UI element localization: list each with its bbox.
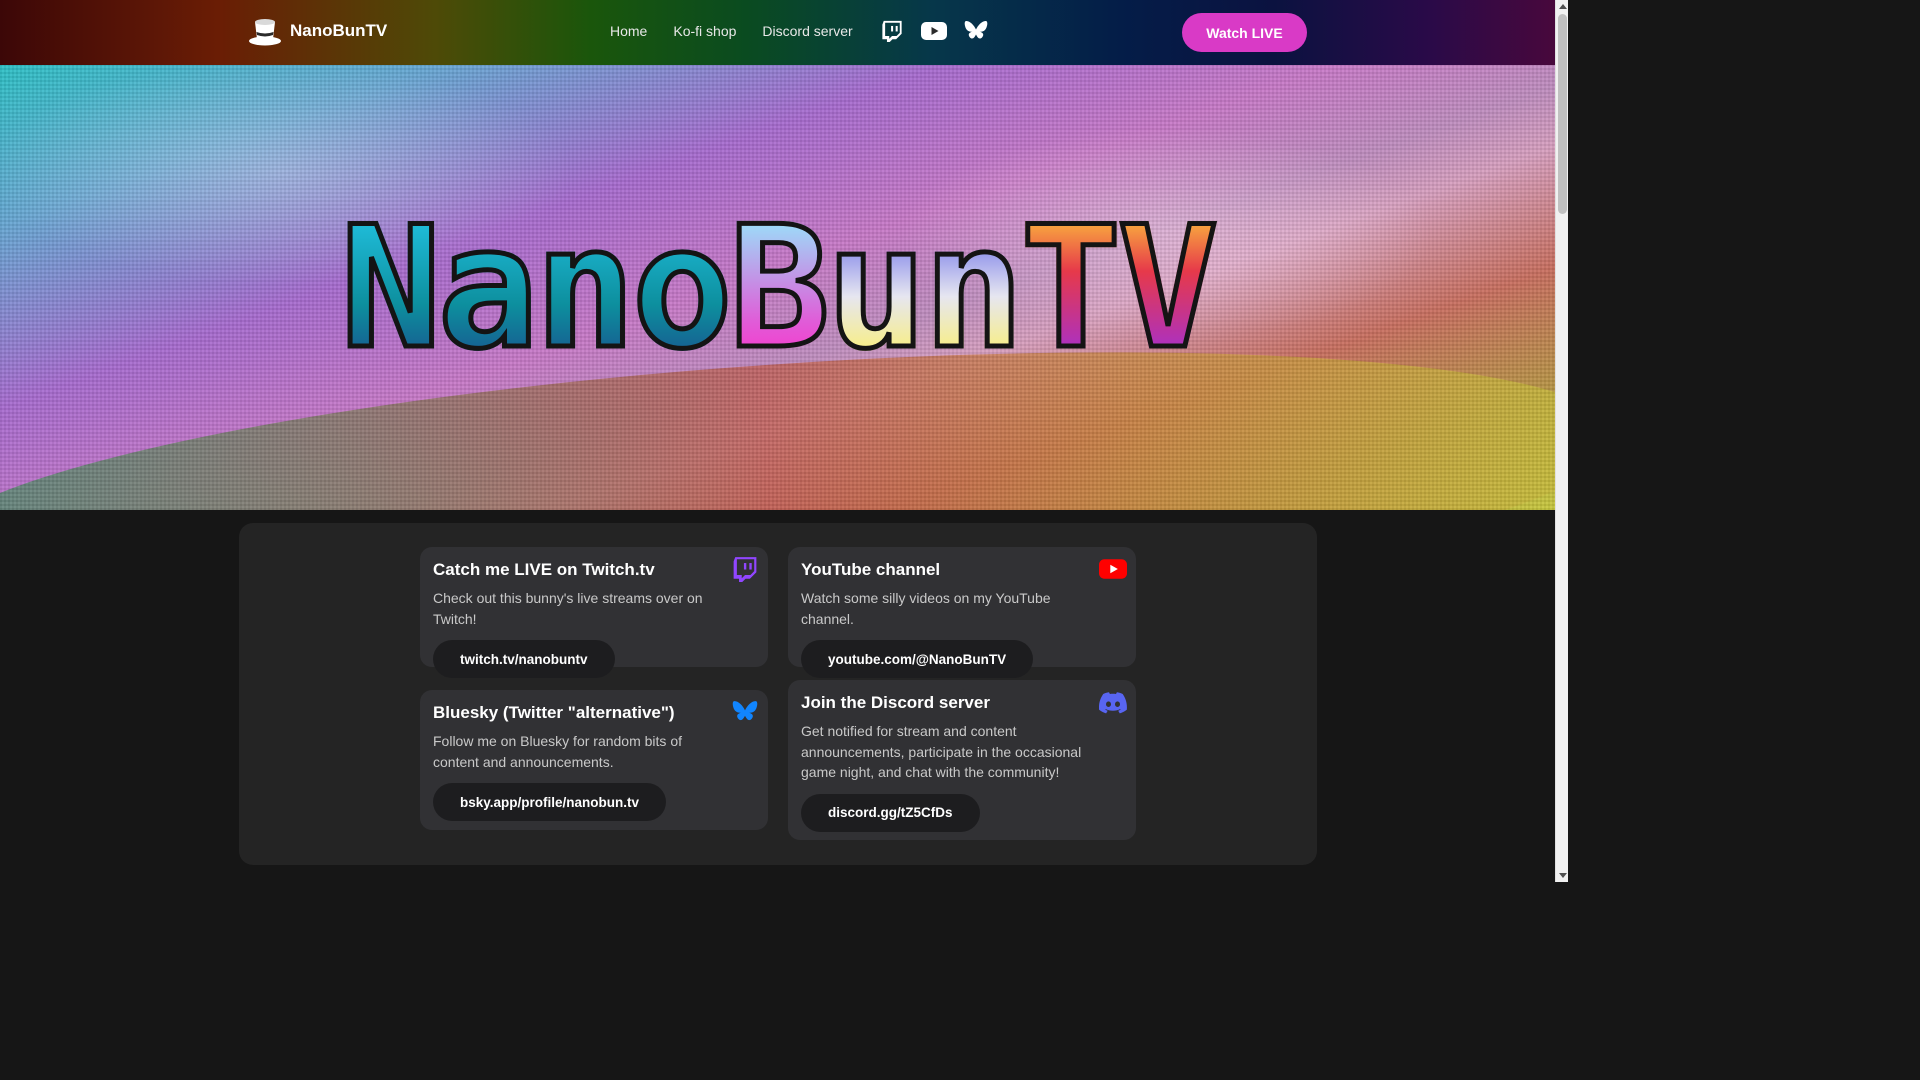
nav-twitch-link[interactable] bbox=[879, 18, 905, 44]
nav-bluesky-link[interactable] bbox=[963, 18, 989, 44]
nav-home-link[interactable]: Home bbox=[610, 23, 647, 39]
bluesky-icon bbox=[732, 701, 758, 721]
discord-link-button[interactable]: discord.gg/tZ5CfDs bbox=[801, 793, 980, 832]
youtube-icon bbox=[920, 22, 947, 40]
hero-logo: Nano B un TV bbox=[240, 189, 1315, 386]
discord-icon bbox=[1099, 692, 1127, 714]
hero-banner: Nano B un TV bbox=[0, 65, 1555, 510]
card-description: Watch some silly videos on my YouTube ch… bbox=[801, 590, 1051, 627]
bluesky-link-button[interactable]: bsky.app/profile/nanobun.tv bbox=[433, 783, 667, 821]
twitch-card: Catch me LIVE on Twitch.tv Check out thi… bbox=[420, 547, 768, 678]
nav-links: Home Ko-fi shop Discord server bbox=[610, 0, 1005, 62]
hero-logo-part: Nano bbox=[338, 189, 736, 386]
scroll-up-arrow[interactable] bbox=[1559, 4, 1567, 9]
nav-youtube-link[interactable] bbox=[920, 18, 947, 44]
scroll-down-arrow[interactable] bbox=[1559, 873, 1567, 878]
card-title: Catch me LIVE on Twitch.tv bbox=[433, 560, 655, 579]
twitch-link-button[interactable]: twitch.tv/nanobuntv bbox=[433, 640, 615, 678]
hero-logo-part: B bbox=[726, 189, 832, 386]
card-description: Get notified for stream and content anno… bbox=[801, 723, 1082, 780]
bluesky-icon bbox=[964, 20, 987, 39]
scroll-thumb[interactable] bbox=[1558, 14, 1567, 214]
bluesky-card: Bluesky (Twitter "alternative") Follow m… bbox=[420, 690, 768, 830]
nav-kofi-link[interactable]: Ko-fi shop bbox=[673, 23, 736, 39]
brand-name: NanoBunTV bbox=[290, 21, 388, 40]
youtube-card: YouTube channel Watch some silly videos … bbox=[788, 547, 1136, 678]
top-navbar: NanoBunTV Home Ko-fi shop Discord server… bbox=[0, 0, 1555, 65]
card-description: Check out this bunny's live streams over… bbox=[433, 590, 703, 627]
nav-discord-link[interactable]: Discord server bbox=[762, 23, 852, 39]
card-title: Bluesky (Twitter "alternative") bbox=[433, 703, 675, 722]
hero-logo-part: TV bbox=[1018, 189, 1221, 386]
top-hat-icon bbox=[249, 19, 281, 46]
youtube-icon bbox=[1099, 559, 1127, 579]
page-scrollbar[interactable] bbox=[1555, 0, 1568, 882]
youtube-link-button[interactable]: youtube.com/@NanoBunTV bbox=[801, 640, 1034, 678]
twitch-icon bbox=[733, 557, 757, 582]
discord-card: Join the Discord server Get notified for… bbox=[788, 680, 1136, 840]
twitch-icon bbox=[882, 20, 902, 42]
brand-home-link[interactable]: NanoBunTV bbox=[248, 16, 387, 46]
card-title: YouTube channel bbox=[801, 560, 941, 579]
hero-logo-part: un bbox=[824, 189, 1027, 386]
watch-live-button[interactable]: Watch LIVE bbox=[1182, 13, 1307, 52]
links-panel: Catch me LIVE on Twitch.tv Check out thi… bbox=[239, 523, 1317, 865]
card-title: Join the Discord server bbox=[801, 693, 990, 712]
card-description: Follow me on Bluesky for random bits of … bbox=[433, 733, 682, 770]
